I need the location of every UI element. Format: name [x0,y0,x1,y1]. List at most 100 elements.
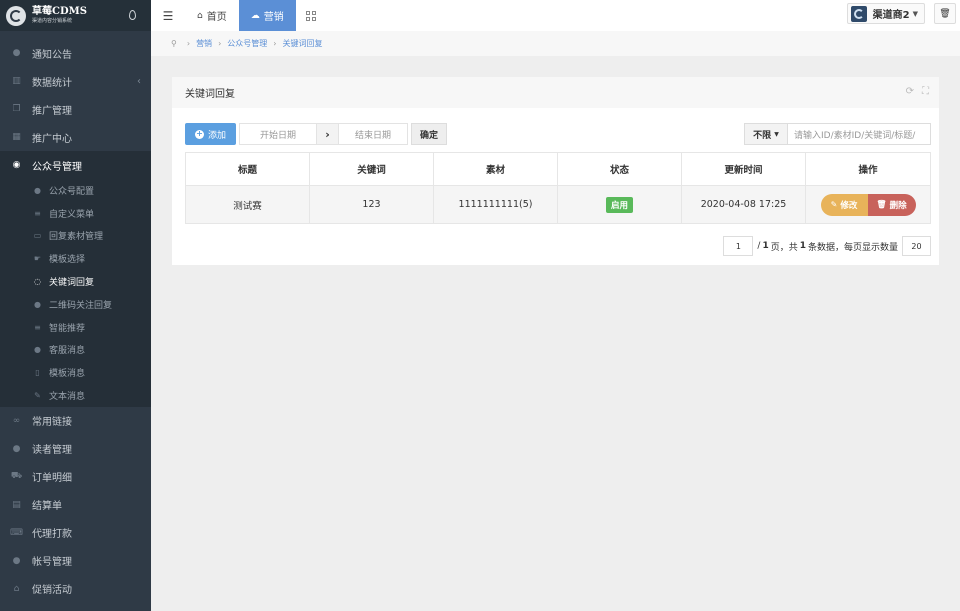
breadcrumb-item[interactable]: 关键词回复 [282,38,322,49]
delete-button-label: 删除 [889,200,907,211]
filter-select[interactable]: 不限 ▼ [744,123,788,145]
sidebar-item-readers[interactable]: ● 读者管理 [0,435,151,463]
tab-marketing[interactable]: ☁ 营销 [238,0,296,31]
sub-item-template-select[interactable]: ☛ 模板选择 [0,247,151,270]
sub-item-smart-recommend[interactable]: ≡ 智能推荐 [0,316,151,339]
page-size-input[interactable]: 20 [902,236,931,256]
pager-text: 条数据，每页显示数量 [807,242,898,253]
building-icon: ▦ [12,132,21,142]
table-header-row: 标题 关键词 素材 状态 更新时间 操作 [186,153,930,186]
sidebar-item-label: 帐号管理 [32,557,72,569]
theme-drop-icon[interactable] [129,10,136,20]
brand-subtitle: 渠道内容分销系统 [32,18,73,24]
sub-item-template-message[interactable]: ▯ 模板消息 [0,361,151,384]
breadcrumb-item[interactable]: 营销 [196,38,212,49]
sub-item-label: 公众号配置 [49,186,95,197]
link-icon: ∞ [12,415,21,426]
cart-icon: ⛟ [10,471,23,482]
tab-home[interactable]: ⌂ 首页 [185,0,239,31]
chevron-right-icon: › [317,123,338,145]
sidebar-item-label: 读者管理 [32,445,72,457]
logo-icon [6,5,26,26]
sidebar-item-orders[interactable]: ⛟ 订单明细 [0,463,151,491]
chevron-left-icon: ‹ [137,75,141,87]
sub-item-text-message[interactable]: ✎ 文本消息 [0,384,151,407]
bar-chart-icon: ▥ [12,76,21,86]
start-date-input[interactable]: 开始日期 [239,123,317,145]
apps-grid-icon[interactable] [296,0,326,31]
refresh-icon[interactable]: ⟳ [906,86,914,97]
sub-item-label: 客服消息 [49,346,86,357]
location-pin-icon: ⚲ [171,39,177,48]
sub-item-reply-material[interactable]: ▭ 回复素材管理 [0,225,151,248]
keyboard-icon: ⌨ [10,527,23,538]
brand-logo[interactable]: 草莓CDMS 渠道内容分销系统 [0,0,151,31]
sub-item-label: 智能推荐 [49,323,86,334]
sidebar: 草莓CDMS 渠道内容分销系统 ● 通知公告 ▥ 数据统计 ‹ ❐ 推广管理 ▦… [0,0,151,611]
plus-icon: + [194,129,204,139]
search-input[interactable]: 请输入ID/素材ID/关键词/标题/ [788,123,931,145]
list-icon: ≡ [34,208,41,218]
fullscreen-icon[interactable]: ⛶ [922,86,929,97]
breadcrumb: ⚲ › 营销 › 公众号管理 › 关键词回复 [151,31,960,56]
breadcrumb-separator: › [273,39,277,48]
cell-updated: 2020-04-08 17:25 [682,186,806,223]
tab-label: 营销 [263,12,284,23]
end-date-input[interactable]: 结束日期 [338,123,408,145]
sidebar-item-agent-payment[interactable]: ⌨ 代理打款 [0,519,151,547]
filter-select-value: 不限 [753,130,772,141]
edit-button-label: 修改 [840,200,858,211]
user-plus-icon: ● [12,555,21,566]
user-menu[interactable]: 渠道商2 ▼ [846,3,925,24]
sub-item-service-message[interactable]: ● 客服消息 [0,339,151,362]
confirm-button[interactable]: 确定 [411,123,447,145]
sidebar-item-label: 公众号管理 [32,161,82,173]
bank-icon: ⌂ [13,583,20,594]
wechat-icon: ◉ [12,160,21,170]
comment-icon: ● [34,185,41,195]
sidebar-item-label: 促销活动 [32,585,72,597]
page-number-input[interactable]: 1 [723,236,754,256]
column-header: 关键词 [310,153,434,185]
caret-down-icon: ▼ [912,9,918,18]
add-button-label: 添加 [207,130,226,141]
edit-icon: ✎ [34,391,41,401]
sub-item-label: 模板选择 [49,255,86,266]
sub-item-keyword-reply[interactable]: ◌ 关键词回复 [0,270,151,293]
sub-item-custom-menu[interactable]: ≡ 自定义菜单 [0,202,151,225]
menu-toggle-icon[interactable]: ☰ [151,0,185,31]
sidebar-item-settlement[interactable]: ▤ 结算单 [0,491,151,519]
home-icon: ⌂ [197,10,203,21]
sidebar-item-promo-center[interactable]: ▦ 推广中心 [0,123,151,151]
sidebar-item-accounts[interactable]: ● 帐号管理 [0,547,151,575]
panel-header: 关键词回复 ⟳ ⛶ [172,77,939,108]
sidebar-item-label: 推广中心 [32,133,72,145]
sub-item-label: 二维码关注回复 [49,300,113,311]
sidebar-item-notice[interactable]: ● 通知公告 [0,39,151,67]
column-header: 状态 [558,153,682,185]
cell-status: 启用 [558,186,682,223]
cell-actions: ✎ 修改 🗑 删除 [806,186,930,223]
sidebar-item-promotions[interactable]: ⌂ 促销活动 [0,575,151,603]
user-name: 渠道商2 [872,10,910,21]
sidebar-item-label: 代理打款 [32,529,72,541]
brand-title: 草莓CDMS [32,6,87,17]
submenu-official-account: ● 公众号配置 ≡ 自定义菜单 ▭ 回复素材管理 ☛ 模板选择 ◌ 关键词回复 ● 二维码关… [0,179,151,407]
sidebar-item-links[interactable]: ∞ 常用链接 [0,407,151,435]
sidebar-item-label: 订单明细 [32,473,72,485]
avatar [850,5,867,22]
breadcrumb-item[interactable]: 公众号管理 [227,38,267,49]
sub-item-label: 自定义菜单 [49,209,95,220]
sidebar-item-official-account[interactable]: ◉ 公众号管理 [0,151,151,179]
sub-item-qrcode-reply[interactable]: ● 二维码关注回复 [0,293,151,316]
delete-button[interactable]: 🗑 删除 [867,193,916,216]
sidebar-item-label: 常用链接 [32,417,72,429]
clear-cache-trash-icon[interactable]: 🗑 [934,3,956,24]
sidebar-item-stats[interactable]: ▥ 数据统计 ‹ [0,67,151,95]
status-badge[interactable]: 启用 [605,196,633,213]
comment-icon: ● [34,299,41,309]
sub-item-account-config[interactable]: ● 公众号配置 [0,179,151,202]
sidebar-item-promo-manage[interactable]: ❐ 推广管理 [0,95,151,123]
edit-button[interactable]: ✎ 修改 [820,193,868,216]
add-button[interactable]: + 添加 [185,123,236,145]
